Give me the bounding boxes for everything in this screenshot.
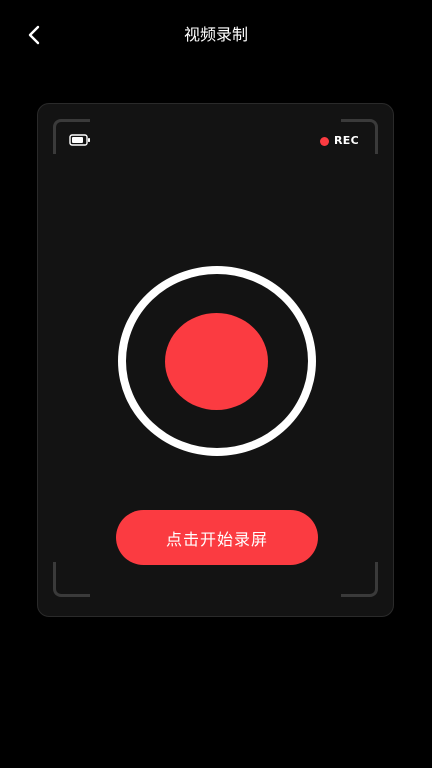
page-title: 视频录制 — [183, 25, 248, 44]
recording-viewfinder: REC 点击开始录屏 — [37, 103, 394, 617]
record-button[interactable] — [118, 266, 316, 456]
viewfinder-corner-bottom-left — [53, 562, 90, 597]
rec-dot-icon — [320, 136, 330, 146]
record-icon — [165, 313, 268, 410]
rec-indicator: REC — [320, 133, 359, 149]
start-recording-label: 点击开始录屏 — [165, 529, 268, 549]
rec-label: REC — [334, 134, 359, 147]
battery-icon — [69, 134, 90, 146]
start-recording-button[interactable]: 点击开始录屏 — [116, 510, 318, 565]
header-bar: 视频录制 — [0, 0, 432, 72]
viewfinder-corner-bottom-right — [341, 562, 378, 597]
